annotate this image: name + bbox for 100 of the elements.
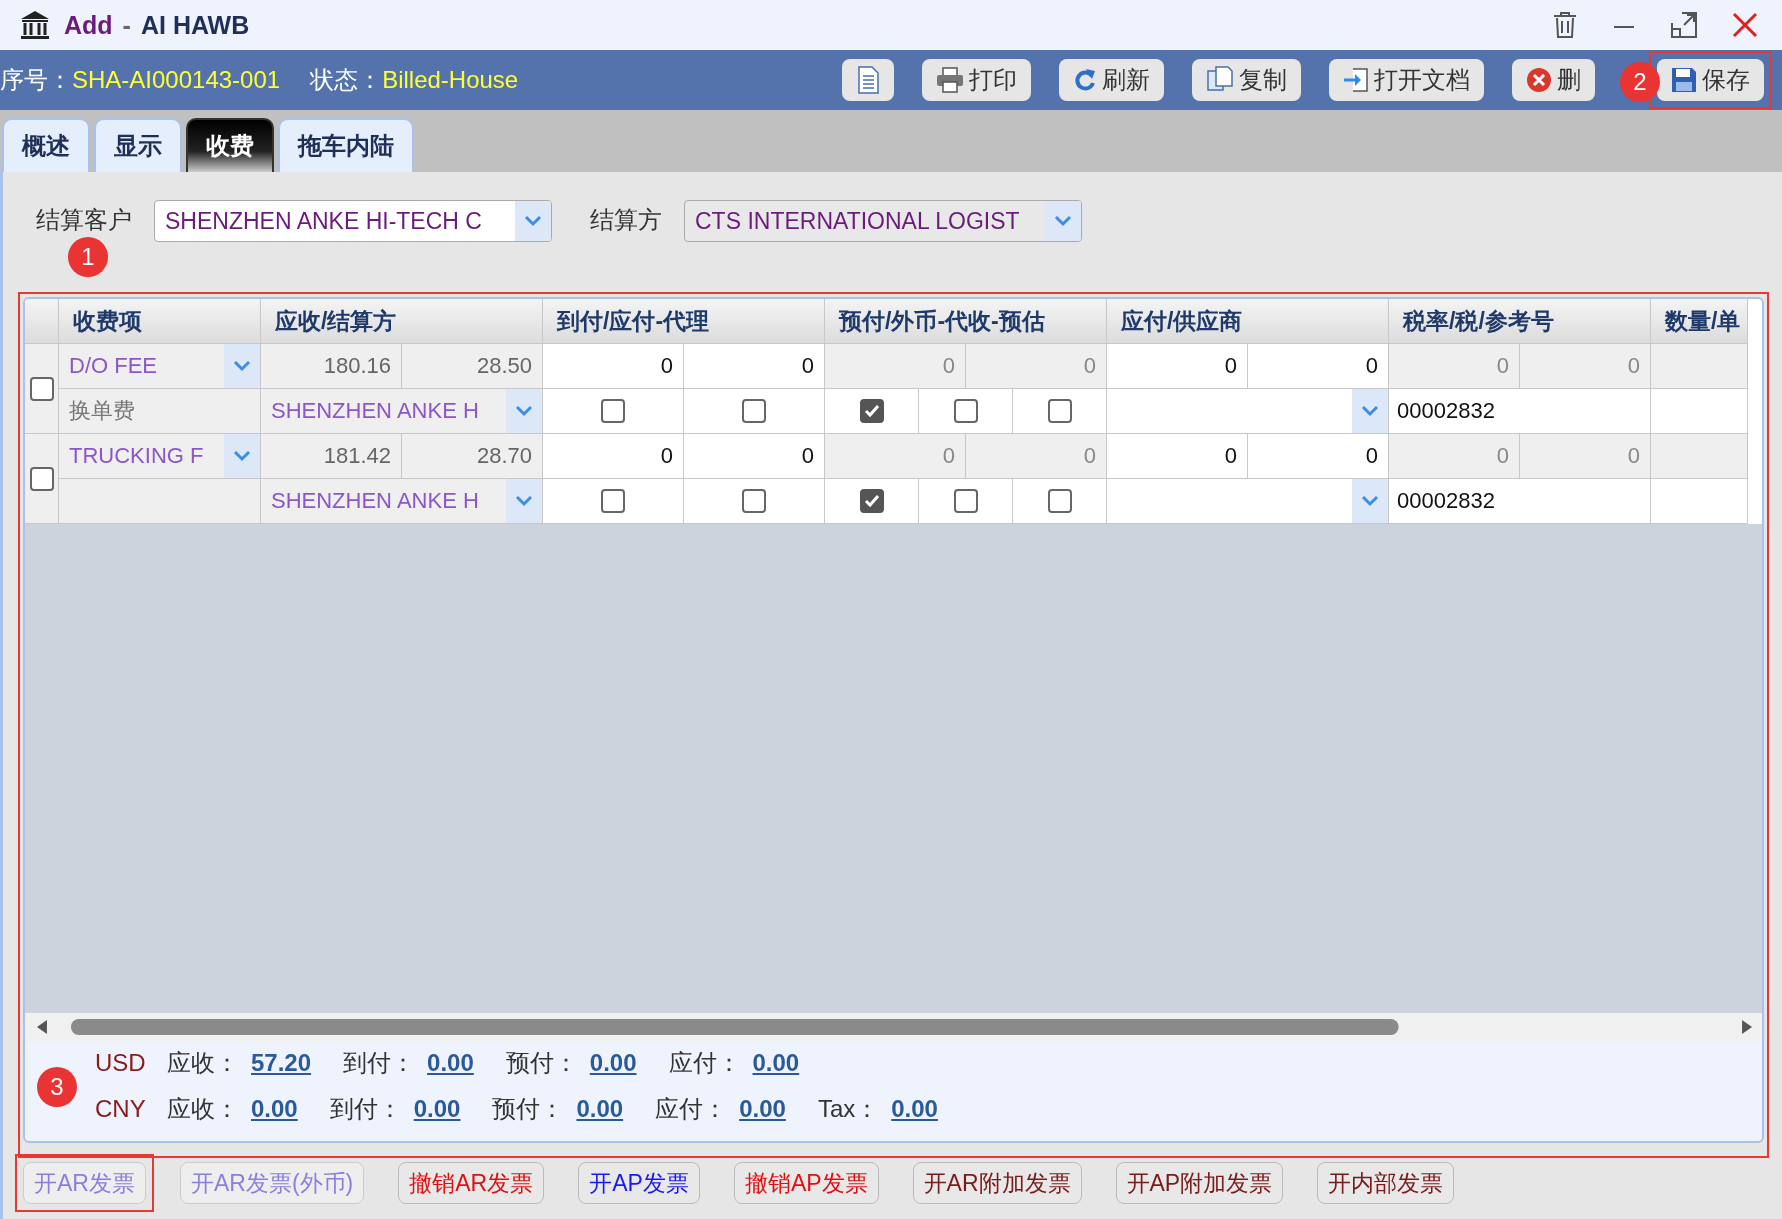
checkbox[interactable] <box>859 399 884 423</box>
total-label: 应付： <box>668 1048 741 1078</box>
invoice-button[interactable]: 开AP附加发票 <box>1115 1162 1284 1204</box>
invoice-button[interactable]: 撤销AP发票 <box>733 1162 879 1204</box>
amount-cell: 180.16 <box>261 344 402 388</box>
total-label: 到付： <box>343 1048 416 1078</box>
open-button[interactable]: 打开文档 <box>1329 59 1484 101</box>
invoice-button[interactable]: 开AP发票 <box>578 1162 700 1204</box>
amount-cell: 0 <box>1389 344 1520 388</box>
document-button[interactable] <box>842 59 894 101</box>
checkbox[interactable] <box>742 489 766 513</box>
total-value-link[interactable]: 0.00 <box>427 1049 474 1077</box>
currency-code: CNY <box>95 1095 147 1123</box>
amount-cell: 0 <box>966 434 1106 478</box>
refresh-button[interactable]: 刷新 <box>1059 59 1164 101</box>
print-button[interactable]: 打印 <box>922 59 1031 101</box>
amount-cell: 181.42 <box>261 434 402 478</box>
charge-item-dropdown[interactable]: TRUCKING F <box>59 434 260 478</box>
checkbox[interactable] <box>953 399 978 423</box>
total-value-link[interactable]: 57.20 <box>251 1049 312 1077</box>
amount-cell: 0 <box>966 344 1106 388</box>
checkbox[interactable] <box>601 489 625 513</box>
column-header: 税率/税/参考号 <box>1389 299 1651 344</box>
total-value-link[interactable]: 0.00 <box>576 1095 624 1123</box>
chevron-down-icon <box>1360 404 1380 418</box>
trash-icon[interactable] <box>1552 11 1578 39</box>
chevron-down-icon <box>1360 494 1380 508</box>
annotation-badge: 3 <box>37 1067 77 1107</box>
total-value-link[interactable]: 0.00 <box>739 1095 786 1123</box>
field-value: Billed-House <box>382 66 519 94</box>
amount-cell: 0 <box>1520 344 1650 388</box>
tab[interactable]: 拖车内陆 <box>278 118 414 172</box>
save-button[interactable]: 保存 <box>1657 59 1764 101</box>
field-value: SHA-AI000143-001 <box>72 66 281 94</box>
total-label: 应收： <box>167 1048 239 1078</box>
maximize-icon[interactable] <box>1670 11 1698 39</box>
currency-code: USD <box>95 1049 147 1077</box>
column-header: 数量/单 <box>1651 299 1748 344</box>
field-label: 序号： <box>0 65 72 95</box>
chevron-down-icon <box>514 494 534 508</box>
chevron-down-icon <box>232 449 252 463</box>
save-icon <box>1671 67 1697 93</box>
total-label: Tax： <box>817 1094 880 1124</box>
annotation-badge: 2 <box>1620 62 1660 102</box>
checkbox[interactable] <box>601 399 625 423</box>
total-label: 应付： <box>655 1094 728 1124</box>
checkbox[interactable] <box>1047 399 1072 423</box>
column-header: 预付/外币-代收-预估 <box>825 299 1107 344</box>
checkbox[interactable] <box>953 489 978 513</box>
party-dropdown[interactable]: SHENZHEN ANKE H <box>261 479 542 523</box>
delete-icon <box>1526 67 1552 93</box>
amount-cell: 0 <box>1389 434 1520 478</box>
checkbox[interactable] <box>859 489 884 513</box>
window-action: Add <box>64 10 113 40</box>
invoice-button[interactable]: 开内部发票 <box>1317 1162 1455 1204</box>
row-checkbox[interactable] <box>29 376 54 401</box>
column-header: 到付/应付-代理 <box>543 299 825 344</box>
total-label: 应收： <box>167 1094 239 1124</box>
dropdown-field[interactable]: SHENZHEN ANKE HI-TECH C <box>154 200 552 242</box>
copy-button[interactable]: 复制 <box>1192 59 1301 101</box>
delete-button[interactable]: 删 <box>1512 59 1595 101</box>
tab[interactable]: 显示 <box>94 118 182 172</box>
tab[interactable]: 收费 <box>186 118 274 172</box>
chevron-down-icon <box>1053 214 1073 228</box>
chevron-down-icon <box>523 214 543 228</box>
column-header: 应收/结算方 <box>261 299 543 344</box>
total-value-link[interactable]: 0.00 <box>413 1095 461 1123</box>
title-separator: - <box>122 10 131 40</box>
amount-cell: 28.50 <box>402 344 542 388</box>
charge-name-cell: 换单费 <box>59 389 261 434</box>
total-value-link[interactable]: 0.00 <box>891 1095 938 1123</box>
annotation-badge: 1 <box>68 237 108 277</box>
reference-cell: 00002832 <box>1389 389 1651 434</box>
import-arrow-icon <box>1343 67 1369 93</box>
party-dropdown[interactable]: SHENZHEN ANKE H <box>261 389 542 433</box>
field-label: 结算方 <box>590 205 662 235</box>
row-checkbox[interactable] <box>29 466 54 491</box>
amount-cell: 0 <box>825 434 966 478</box>
tab[interactable]: 概述 <box>2 118 90 172</box>
checkbox[interactable] <box>742 399 766 423</box>
total-label: 预付： <box>505 1048 578 1078</box>
reference-cell: 00002832 <box>1389 479 1651 524</box>
total-label: 到付： <box>329 1094 402 1124</box>
total-value-link[interactable]: 0.00 <box>752 1049 800 1077</box>
invoice-button[interactable]: 撤销AR发票 <box>398 1162 545 1204</box>
copy-icon <box>1206 66 1234 94</box>
close-icon[interactable] <box>1732 12 1758 38</box>
charge-item-dropdown[interactable]: D/O FEE <box>59 344 260 388</box>
column-header: 应付/供应商 <box>1107 299 1389 344</box>
total-value-link[interactable]: 0.00 <box>251 1095 298 1123</box>
bank-icon <box>20 10 50 40</box>
column-header: 收费项 <box>59 299 261 344</box>
checkbox[interactable] <box>1047 489 1072 513</box>
amount-cell: 0 <box>825 344 966 388</box>
refresh-icon <box>1073 67 1097 93</box>
total-value-link[interactable]: 0.00 <box>589 1049 637 1077</box>
field-label: 状态： <box>310 65 383 95</box>
checkmark-icon <box>863 494 880 508</box>
invoice-button[interactable]: 开AR附加发票 <box>912 1162 1082 1204</box>
total-label: 预付： <box>492 1094 565 1124</box>
